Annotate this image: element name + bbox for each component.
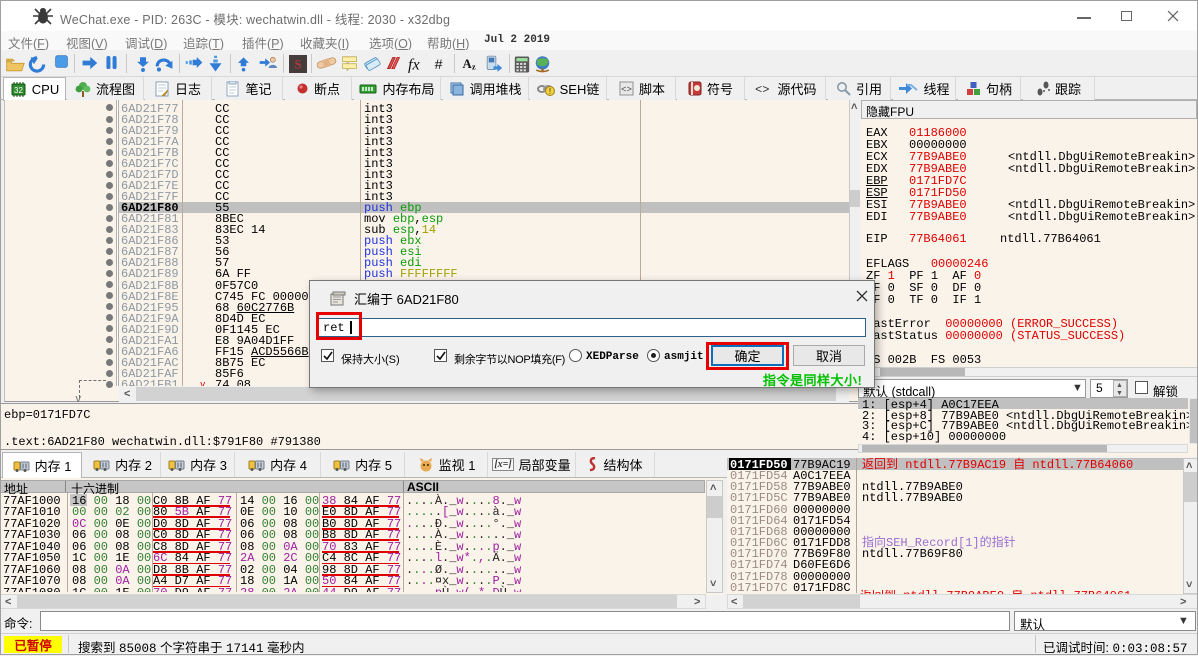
svg-text:32: 32 [14,86,23,95]
svg-text:A: A [463,57,473,71]
svg-text:!: ! [549,87,551,96]
svg-text:<>: <> [621,85,632,95]
svg-text:z: z [472,61,476,71]
svg-text:<>: <> [755,83,769,95]
svg-text:S: S [294,58,301,72]
svg-text:#: # [435,57,443,73]
svg-text:fx: fx [408,55,420,73]
